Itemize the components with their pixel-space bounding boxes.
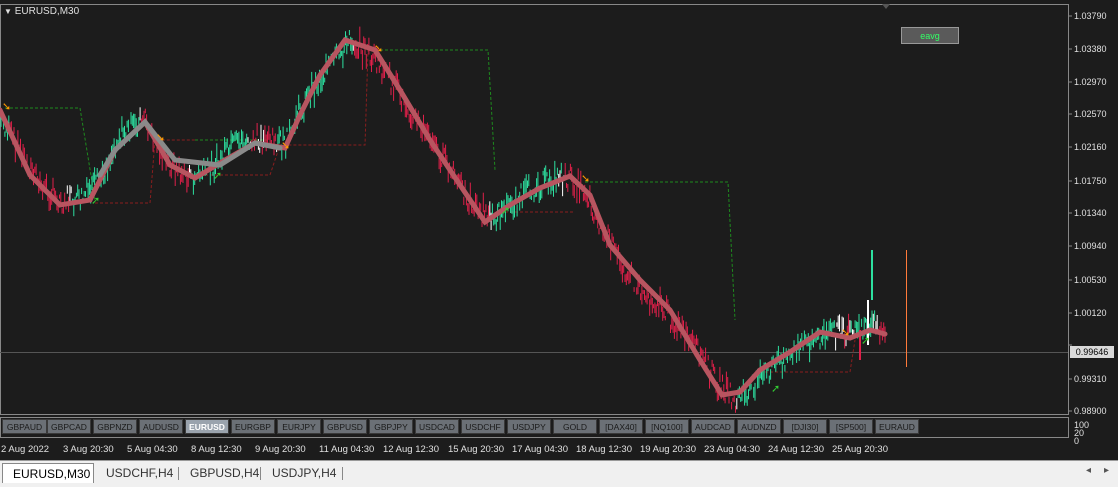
symbol-button-eurjpy[interactable]: EURJPY — [277, 419, 321, 434]
chart-tab-bar: EURUSD,M30 USDCHF,H4 GBPUSD,H4 USDJPY,H4… — [0, 460, 1118, 487]
buy-signal-icon: ➚ — [861, 334, 870, 347]
triangle-down-icon[interactable]: ▼ — [4, 7, 12, 16]
arrow-left-icon[interactable]: ◂ — [1086, 465, 1091, 476]
symbol-button-usdjpy[interactable]: USDJPY — [507, 419, 551, 434]
price-axis-label: 1.01750 — [1074, 176, 1107, 186]
sell-signal-icon: ➘ — [281, 139, 290, 152]
symbol-button-usdcad[interactable]: USDCAD — [415, 419, 459, 434]
symbol-button-dji30[interactable]: [DJI30] — [783, 419, 827, 434]
chart-title-text: EURUSD,M30 — [14, 6, 80, 17]
moving-average-line — [0, 37, 888, 398]
current-price-label: 0.99646 — [1070, 346, 1114, 358]
symbol-button-gbpnzd[interactable]: GBPNZD — [93, 419, 137, 434]
chart-title[interactable]: ▼ EURUSD,M30 — [4, 6, 79, 17]
buy-signal-icon: ➚ — [213, 169, 222, 182]
price-axis-label: 1.00120 — [1074, 308, 1107, 318]
price-axis-label: 1.02970 — [1074, 77, 1107, 87]
symbol-button-gold[interactable]: GOLD — [553, 419, 597, 434]
price-axis-label: 1.00530 — [1074, 275, 1107, 285]
price-axis-label: 0.98900 — [1074, 406, 1107, 416]
symbol-button-gbpcad[interactable]: GBPCAD — [47, 419, 91, 434]
date-axis-label: 8 Aug 12:30 — [191, 444, 242, 455]
chart-area[interactable]: ➘ ➚ ➘ ➚ ➘ ➘ ➚ ➘ ➚ ➘ ➚ ▼ EURUSD,M30 eavg 1.03790 1.0… — [0, 0, 1118, 460]
date-axis-label: 23 Aug 04:30 — [704, 444, 760, 455]
date-axis-label: 19 Aug 20:30 — [640, 444, 696, 455]
date-axis-label: 2 Aug 2022 — [1, 444, 50, 455]
sell-signal-icon: ➘ — [156, 131, 165, 144]
date-axis-label: 3 Aug 20:30 — [63, 444, 114, 455]
price-axis-label: 1.02160 — [1074, 142, 1107, 152]
tab-eurusd-m30[interactable]: EURUSD,M30 — [2, 463, 94, 483]
level-line — [200, 49, 369, 176]
date-axis-label: 24 Aug 12:30 — [768, 444, 824, 455]
shift-marker-icon — [882, 4, 890, 9]
buy-signal-icon: ➚ — [771, 382, 780, 395]
symbol-button-euraud[interactable]: EURAUD — [875, 419, 919, 434]
symbol-button-gbpjpy[interactable]: GBPJPY — [369, 419, 413, 434]
tab-gbpusd-h4[interactable]: GBPUSD,H4 — [180, 463, 260, 483]
symbol-button-dax40[interactable]: [DAX40] — [599, 419, 643, 434]
symbol-button-audcad[interactable]: AUDCAD — [691, 419, 735, 434]
price-axis-label: 1.00940 — [1074, 241, 1107, 251]
date-axis-label: 18 Aug 12:30 — [576, 444, 632, 455]
tab-usdjpy-h4[interactable]: USDJPY,H4 — [262, 463, 342, 483]
date-axis-label: 12 Aug 12:30 — [383, 444, 439, 455]
sell-signal-icon: ➘ — [581, 172, 590, 185]
symbol-button-audnzd[interactable]: AUDNZD — [737, 419, 781, 434]
date-axis-label: 25 Aug 20:30 — [832, 444, 888, 455]
date-axis-label: 15 Aug 20:30 — [448, 444, 504, 455]
symbol-button-nq100[interactable]: [NQ100] — [645, 419, 689, 434]
symbol-button-usdchf[interactable]: USDCHF — [461, 419, 505, 434]
price-axis-label: 1.02570 — [1074, 109, 1107, 119]
date-axis-label: 17 Aug 04:30 — [512, 444, 568, 455]
date-axis-label: 11 Aug 04:30 — [319, 444, 375, 455]
price-axis-label: 1.01340 — [1074, 208, 1107, 218]
symbol-button-gbpaud[interactable]: GBPAUD — [2, 419, 47, 434]
eavg-button[interactable]: eavg — [901, 27, 959, 44]
price-axis-label: 0.99310 — [1074, 374, 1107, 384]
symbol-button-eurusd[interactable]: EURUSD — [185, 419, 229, 434]
sell-signal-icon: ➘ — [374, 42, 383, 55]
buy-signal-icon: ➚ — [91, 194, 100, 207]
symbol-button-audusd[interactable]: AUDUSD — [139, 419, 183, 434]
sell-signal-icon: ➘ — [841, 326, 850, 339]
symbol-button-sp500[interactable]: [SP500] — [829, 419, 873, 434]
date-axis-label: 5 Aug 04:30 — [127, 444, 178, 455]
tab-usdchf-h4[interactable]: USDCHF,H4 — [96, 463, 178, 483]
volume-axis-min: 0 — [1074, 436, 1080, 446]
symbol-button-eurgbp[interactable]: EURGBP — [231, 419, 275, 434]
date-axis-label: 9 Aug 20:30 — [255, 444, 306, 455]
price-axis-label: 1.03380 — [1074, 44, 1107, 54]
buy-signal-icon: ➚ — [501, 204, 510, 217]
arrow-right-icon[interactable]: ▸ — [1104, 465, 1109, 476]
symbol-button-gbpusd[interactable]: GBPUSD — [323, 419, 367, 434]
sell-signal-icon: ➘ — [2, 100, 11, 113]
price-axis-label: 1.03790 — [1074, 11, 1107, 21]
price-chart[interactable]: ➘ ➚ ➘ ➚ ➘ ➘ ➚ ➘ ➚ ➘ ➚ — [0, 0, 1118, 460]
